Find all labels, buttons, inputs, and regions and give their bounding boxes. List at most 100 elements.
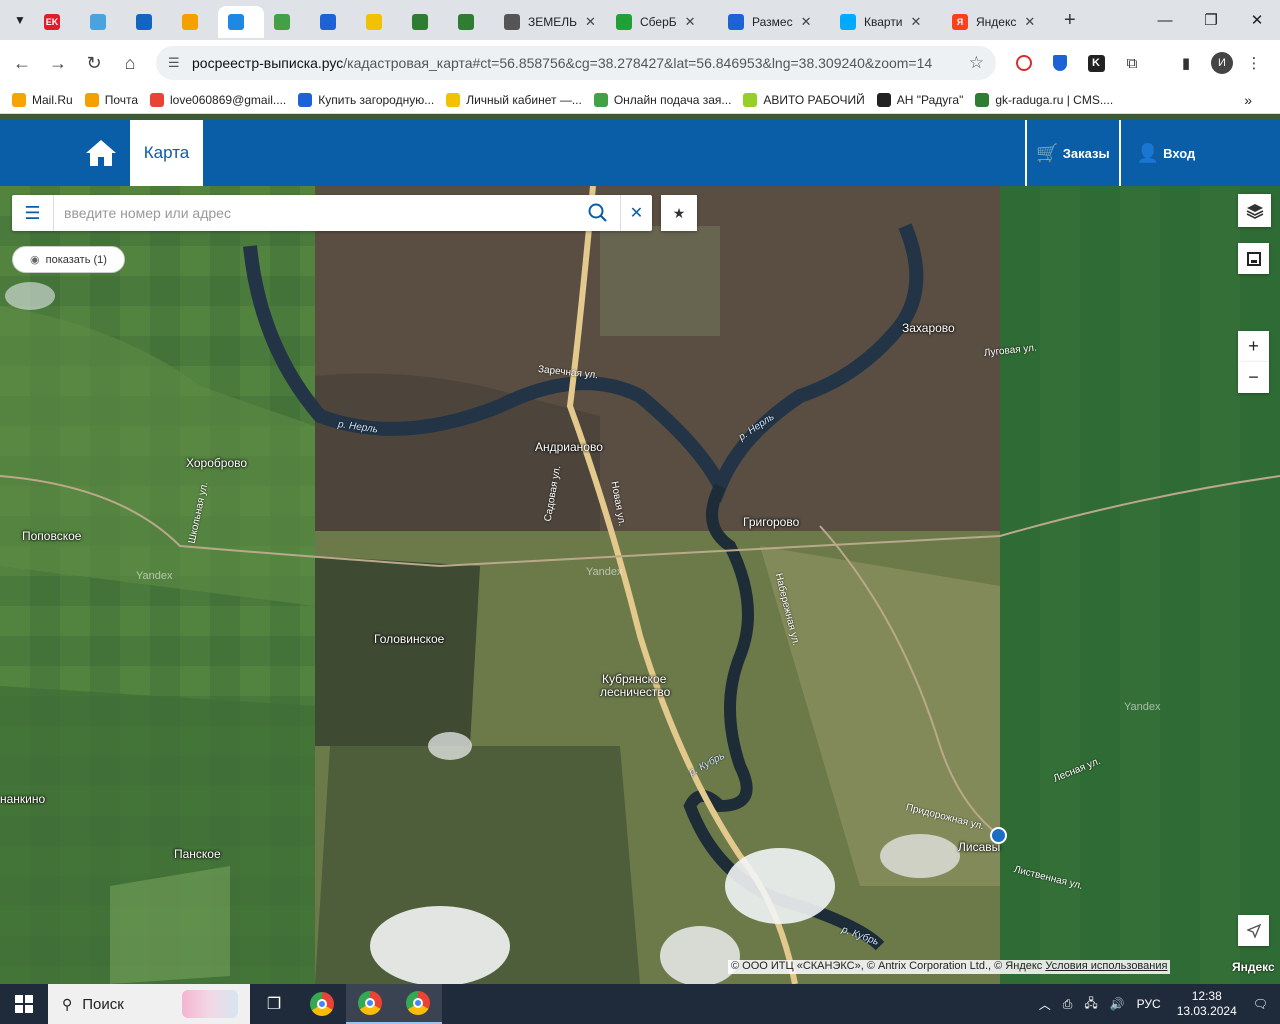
menu-icon[interactable]: ☰ <box>12 195 54 231</box>
site-info-icon[interactable]: ☰ <box>168 55 180 71</box>
bookmark-item[interactable]: Личный кабинет —... <box>446 92 582 107</box>
ruler-button[interactable] <box>1238 243 1269 274</box>
terms-link[interactable]: Условия использования <box>1045 960 1167 972</box>
volume-icon[interactable]: 🔊 <box>1110 997 1125 1011</box>
bookmark-favicon-icon <box>975 92 990 107</box>
bookmark-item[interactable]: Купить загородную... <box>298 92 434 107</box>
bookmark-favicon-icon <box>12 92 26 107</box>
browser-tab[interactable] <box>218 6 264 38</box>
browser-tab[interactable] <box>80 6 126 38</box>
zoom-out-button[interactable]: − <box>1238 362 1269 393</box>
bookmark-label: Mail.Ru <box>32 92 73 107</box>
login-label: Вход <box>1163 145 1196 161</box>
start-button[interactable] <box>0 984 48 1024</box>
bookmark-favicon-icon <box>743 92 758 107</box>
bookmark-item[interactable]: АН "Радуга" <box>876 92 963 107</box>
tab-favicon-icon <box>274 14 290 30</box>
map-tab[interactable]: Карта <box>130 120 203 186</box>
side-panel-icon[interactable]: ▮ <box>1172 48 1200 78</box>
browser-tab[interactable] <box>172 6 218 38</box>
home-icon[interactable] <box>84 138 118 168</box>
windows-logo-icon <box>15 995 33 1013</box>
taskbar-chrome-profile-icon[interactable] <box>346 984 394 1024</box>
extension-shield-icon[interactable] <box>1046 48 1074 78</box>
extension-k-icon[interactable]: K <box>1082 48 1110 78</box>
tab-favicon-icon <box>366 14 382 30</box>
tray-chevron-icon[interactable]: ︿ <box>1039 996 1051 1013</box>
geolocate-button[interactable] <box>1238 915 1269 946</box>
search-icon[interactable] <box>586 201 610 225</box>
tab-search-button[interactable]: ▼ <box>6 6 34 34</box>
new-tab-button[interactable]: + <box>1064 9 1076 32</box>
show-button[interactable]: ◉ показать (1) <box>12 246 125 273</box>
tab-close-icon[interactable]: ✕ <box>685 14 696 30</box>
home-button[interactable]: ⌂ <box>112 45 148 81</box>
browser-tab[interactable] <box>448 6 494 38</box>
location-marker[interactable] <box>990 827 1007 844</box>
map-search-box: ☰ ✕ <box>12 195 652 231</box>
browser-tab[interactable]: ЗЕМЕЛЬ ✕ <box>494 6 606 38</box>
watermark: Yandex <box>586 566 623 578</box>
layers-button[interactable] <box>1238 194 1271 227</box>
reload-button[interactable]: ↻ <box>76 45 112 81</box>
bookmark-item[interactable]: АВИТО РАБОЧИЙ <box>743 92 865 107</box>
browser-tab[interactable] <box>310 6 356 38</box>
browser-tab[interactable] <box>402 6 448 38</box>
favorites-star-button[interactable]: ★ <box>661 195 697 231</box>
tab-close-icon[interactable]: ✕ <box>1024 14 1035 30</box>
zoom-in-button[interactable]: + <box>1238 331 1269 362</box>
map-viewport[interactable]: Захарово Андрианово Хороброво Поповское … <box>0 186 1280 984</box>
window-controls: — ❐ ✕ <box>1142 0 1280 40</box>
tab-favicon-icon <box>458 14 474 30</box>
tab-close-icon[interactable]: ✕ <box>911 14 922 30</box>
search-input[interactable] <box>64 201 584 225</box>
browser-tab[interactable] <box>126 6 172 38</box>
profile-avatar[interactable]: И <box>1208 48 1236 78</box>
browser-tab[interactable]: СберБ ✕ <box>606 6 718 38</box>
task-view-button[interactable]: ❐ <box>250 984 298 1024</box>
forward-button[interactable]: → <box>40 45 76 81</box>
browser-menu-icon[interactable]: ⋮ <box>1240 48 1268 78</box>
watermark: Yandex <box>136 570 173 582</box>
language-indicator[interactable]: РУС <box>1137 997 1161 1011</box>
browser-tab[interactable]: EK <box>34 6 80 38</box>
bookmark-item[interactable]: Онлайн подача зая... <box>593 92 731 107</box>
address-bar[interactable]: ☰ росреестр-выписка.рус/кадастровая_карт… <box>156 46 996 80</box>
taskbar-search[interactable]: ⚲ Поиск <box>48 984 250 1024</box>
tab-favicon-icon <box>840 14 856 30</box>
clear-search-button[interactable]: ✕ <box>620 195 652 231</box>
bookmark-item[interactable]: love060869@gmail.... <box>150 92 286 107</box>
place-label: Поповское <box>22 529 82 543</box>
tray-meet-icon[interactable]: ⎙ <box>1063 997 1073 1012</box>
browser-tab[interactable] <box>264 6 310 38</box>
bookmark-item[interactable]: gk-raduga.ru | CMS.... <box>975 92 1113 107</box>
browser-tab[interactable]: Размес ✕ <box>718 6 830 38</box>
restore-button[interactable]: ❐ <box>1188 0 1234 40</box>
bookmark-favicon-icon <box>876 92 891 107</box>
browser-tab[interactable]: Я Яндекс ✕ <box>942 6 1054 38</box>
tab-close-icon[interactable]: ✕ <box>585 14 596 30</box>
url-host: росреестр-выписка.рус <box>192 55 344 71</box>
extensions-puzzle-icon[interactable]: ⧉ <box>1118 48 1146 78</box>
bookmark-item[interactable]: Почта <box>84 92 138 107</box>
place-label: лесничество <box>600 685 671 699</box>
network-icon[interactable]: 🖧 <box>1084 994 1097 1015</box>
notifications-icon[interactable]: 🗨 <box>1253 997 1268 1011</box>
tab-close-icon[interactable]: ✕ <box>801 14 812 30</box>
orders-button[interactable]: 🛒 Заказы <box>1025 120 1119 186</box>
clock[interactable]: 12:38 13.03.2024 <box>1177 989 1237 1019</box>
login-button[interactable]: 👤 Вход <box>1119 120 1211 186</box>
extension-red-icon[interactable] <box>1010 48 1038 78</box>
taskbar-chrome-icon[interactable] <box>298 984 346 1024</box>
taskbar-chrome-profile2-icon[interactable] <box>394 984 442 1024</box>
bookmark-star-icon[interactable]: ☆ <box>969 53 984 73</box>
minimize-button[interactable]: — <box>1142 0 1188 40</box>
bookmarks-more-icon[interactable]: » <box>1244 92 1252 108</box>
browser-tab[interactable]: Кварти ✕ <box>830 6 942 38</box>
bookmark-item[interactable]: Mail.Ru <box>12 92 73 107</box>
bookmarks-bar: Mail.Ru Почта love060869@gmail.... Купить з… <box>0 86 1280 114</box>
back-button[interactable]: ← <box>4 45 40 81</box>
close-window-button[interactable]: ✕ <box>1234 0 1280 40</box>
browser-tab[interactable] <box>356 6 402 38</box>
yandex-logo[interactable]: Яндекс <box>1232 960 1275 974</box>
